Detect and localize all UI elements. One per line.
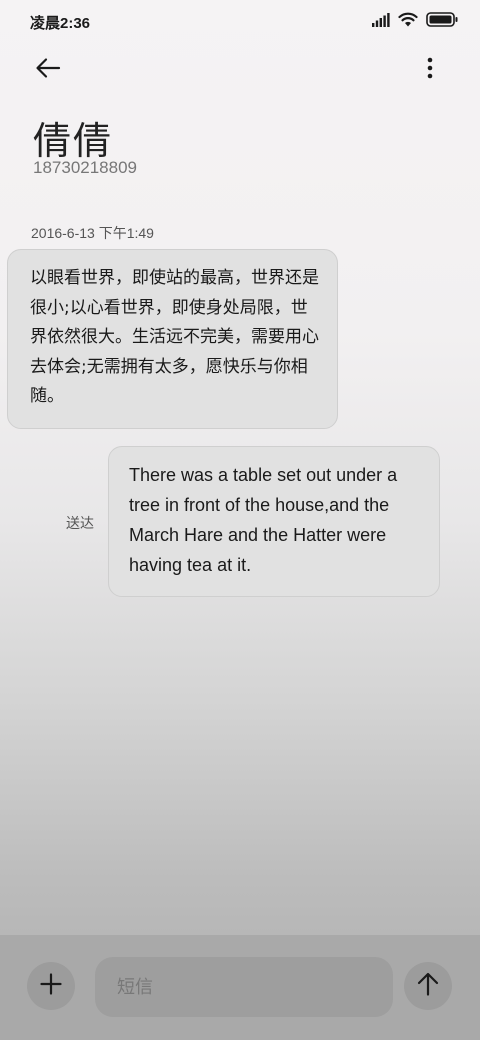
- arrow-left-icon: [35, 57, 61, 83]
- back-button[interactable]: [28, 50, 68, 90]
- message-input[interactable]: [95, 957, 393, 1017]
- message-timestamp: 2016-6-13 下午1:49: [31, 225, 154, 241]
- arrow-up-icon: [417, 972, 439, 1000]
- compose-bar: [0, 935, 480, 1040]
- app-bar: [0, 48, 480, 92]
- wifi-icon: [398, 12, 418, 31]
- send-button[interactable]: [404, 962, 452, 1010]
- plus-icon: [40, 973, 62, 999]
- status-time: 凌晨2:36: [30, 15, 91, 32]
- message-text: 以眼看世界，即使站的最高，世界还是很小;以心看世界，即使身处局限，世界依然很大。…: [30, 268, 319, 406]
- more-vertical-icon: [427, 57, 433, 83]
- outgoing-message-bubble[interactable]: There was a table set out under a tree i…: [108, 446, 440, 597]
- delivery-status: 送达: [66, 516, 94, 532]
- add-attachment-button[interactable]: [27, 962, 75, 1010]
- contact-number[interactable]: 18730218809: [33, 158, 137, 178]
- battery-icon: [426, 11, 458, 31]
- message-text: There was a table set out under a tree i…: [129, 465, 398, 575]
- signal-icon: [372, 12, 390, 31]
- status-icons: [372, 10, 458, 32]
- contact-name: 倩倩: [33, 119, 114, 163]
- incoming-message-bubble[interactable]: 以眼看世界，即使站的最高，世界还是很小;以心看世界，即使身处局限，世界依然很大。…: [7, 249, 338, 429]
- more-options-button[interactable]: [412, 50, 448, 90]
- status-bar: 凌晨2:36: [0, 0, 480, 44]
